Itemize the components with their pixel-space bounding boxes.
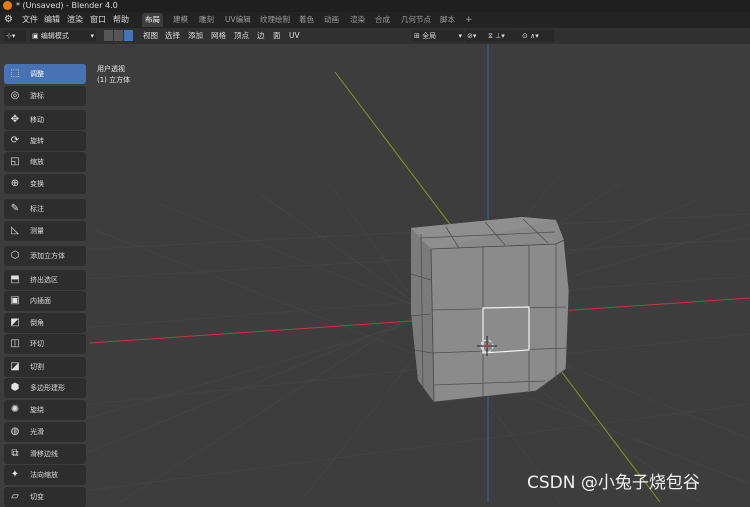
smooth-icon: ◍ <box>10 426 20 437</box>
vertex-select-button[interactable] <box>104 30 113 41</box>
tool-knife[interactable]: ◪ 切割 <box>4 357 86 377</box>
rotate-icon: ⟳ <box>10 135 20 146</box>
tool-shear[interactable]: ▱ 切变 <box>4 487 86 507</box>
tab-scripting[interactable]: 脚本 <box>437 13 458 27</box>
menu-edit[interactable]: 编辑 <box>42 12 62 28</box>
tool-add-cube[interactable]: ⬡ 添加立方体 <box>4 246 86 266</box>
poly-build-icon: ⬢ <box>10 382 20 393</box>
tool-rotate[interactable]: ⟳ 旋转 <box>4 131 86 151</box>
menu-add[interactable]: 添加 <box>188 28 203 44</box>
chevron-down-icon: ▾ <box>458 32 462 40</box>
menu-vertex[interactable]: 顶点 <box>234 28 249 44</box>
tool-bevel[interactable]: ◩ 倒角 <box>4 313 86 333</box>
tool-edge-slide[interactable]: ⧉ 滑移边线 <box>4 444 86 464</box>
edit-mode-icon: ▣ <box>32 32 39 40</box>
edge-slide-icon: ⧉ <box>11 448 19 459</box>
tool-measure[interactable]: ◺ 测量 <box>4 221 86 241</box>
viewport-info: 用户透视 (1) 立方体 <box>97 64 130 86</box>
tab-texture-paint[interactable]: 纹理绘制 <box>257 13 293 27</box>
cursor-icon: ◎ <box>10 90 20 101</box>
tab-sculpting[interactable]: 雕刻 <box>196 13 217 27</box>
menu-edge[interactable]: 边 <box>257 28 265 44</box>
menu-file[interactable]: 文件 <box>20 12 40 28</box>
shear-icon: ▱ <box>11 491 19 502</box>
chevron-down-icon: ▾ <box>90 32 94 40</box>
floor-grid <box>0 173 750 502</box>
watermark: CSDN @小兔子烧包谷 <box>527 473 700 493</box>
tab-compositing[interactable]: 合成 <box>372 13 393 27</box>
measure-icon: ◺ <box>11 225 19 236</box>
tool-smooth[interactable]: ◍ 光滑 <box>4 422 86 442</box>
edge-select-button[interactable] <box>114 30 123 41</box>
object-label: (1) 立方体 <box>97 76 131 84</box>
menu-view[interactable]: 视图 <box>143 28 158 44</box>
orientation-dropdown[interactable]: ⊞ 全局 ▾ <box>412 30 464 42</box>
menu-help[interactable]: 帮助 <box>111 12 131 28</box>
menu-uv[interactable]: UV <box>289 28 300 44</box>
tool-transform[interactable]: ⊕ 变换 <box>4 174 86 194</box>
menu-mesh[interactable]: 网格 <box>211 28 226 44</box>
tab-rendering[interactable]: 渲染 <box>347 13 368 27</box>
menu-window[interactable]: 窗口 <box>88 12 108 28</box>
window-title: * (Unsaved) - Blender 4.0 <box>16 1 118 10</box>
transform-icon: ⊕ <box>10 178 20 189</box>
blender-logo-icon <box>3 1 12 10</box>
move-icon: ✥ <box>10 114 20 125</box>
blender-menu-icon[interactable]: ⚙ <box>4 14 15 25</box>
loop-cut-icon: ◫ <box>10 338 20 349</box>
spin-icon: ✺ <box>10 404 20 415</box>
tool-spin[interactable]: ✺ 旋绕 <box>4 400 86 420</box>
annotate-icon: ✎ <box>10 203 20 214</box>
scale-icon: ◱ <box>10 156 20 167</box>
inset-icon: ▣ <box>10 295 20 306</box>
extrude-icon: ⬒ <box>10 274 20 285</box>
tab-modeling[interactable]: 建模 <box>170 13 191 27</box>
tool-loop-cut[interactable]: ◫ 环切 <box>4 334 86 354</box>
tab-layout[interactable]: 布局 <box>142 13 163 27</box>
tool-annotate[interactable]: ✎ 标注 <box>4 199 86 219</box>
3d-viewport[interactable]: 用户透视 (1) 立方体 <box>0 44 750 502</box>
mode-dropdown[interactable]: ▣ 编辑模式 ▾ <box>30 30 96 42</box>
face-select-button[interactable] <box>124 30 133 41</box>
add-workspace-button[interactable]: + <box>462 13 476 27</box>
pivot-point-dropdown[interactable]: ⊘▾ <box>465 30 487 42</box>
shrink-fatten-icon: ✦ <box>10 469 20 480</box>
tool-extrude[interactable]: ⬒ 挤出选区 <box>4 270 86 290</box>
menu-select[interactable]: 选择 <box>165 28 180 44</box>
menu-bar: ⚙ 文件 编辑 渲染 窗口 帮助 布局 建模 雕刻 UV编辑 纹理绘制 着色 动… <box>0 12 750 28</box>
knife-icon: ◪ <box>10 361 20 372</box>
cube-mesh[interactable] <box>410 217 570 403</box>
tool-scale[interactable]: ◱ 缩放 <box>4 152 86 172</box>
tab-uv-editing[interactable]: UV编辑 <box>222 13 254 27</box>
orientation-icon: ⊞ <box>414 32 420 40</box>
menu-render[interactable]: 渲染 <box>65 12 85 28</box>
menu-face[interactable]: 面 <box>273 28 281 44</box>
tab-geometry-nodes[interactable]: 几何节点 <box>398 13 434 27</box>
tool-inset[interactable]: ▣ 内插面 <box>4 291 86 311</box>
tool-move[interactable]: ✥ 移动 <box>4 110 86 130</box>
tool-tweak[interactable]: ⬚ 调整 <box>4 64 86 84</box>
proportional-edit-toggle[interactable]: ⊙ ∧▾ <box>520 30 554 42</box>
tab-animation[interactable]: 动画 <box>321 13 342 27</box>
title-bar: * (Unsaved) - Blender 4.0 <box>0 0 750 12</box>
view-label: 用户透视 <box>97 65 125 73</box>
mode-label: 编辑模式 <box>40 32 69 40</box>
bevel-icon: ◩ <box>10 317 20 328</box>
editor-type-button[interactable]: ⊹▾ <box>4 30 26 42</box>
orientation-label: 全局 <box>422 32 437 40</box>
select-box-icon: ⬚ <box>10 68 20 79</box>
add-cube-icon: ⬡ <box>10 250 20 261</box>
tab-shading[interactable]: 着色 <box>296 13 317 27</box>
snap-toggle[interactable]: ⧖ ⊥▾ <box>486 30 520 42</box>
viewport-canvas <box>0 44 750 502</box>
tool-shrink-fatten[interactable]: ✦ 法向缩放 <box>4 465 86 485</box>
viewport-header: ⊹▾ ▣ 编辑模式 ▾ 视图 选择 添加 网格 顶点 边 面 UV ⊞ 全局 ▾… <box>0 28 750 44</box>
tool-cursor[interactable]: ◎ 游标 <box>4 86 86 106</box>
tool-poly-build[interactable]: ⬢ 多边形建形 <box>4 378 86 398</box>
